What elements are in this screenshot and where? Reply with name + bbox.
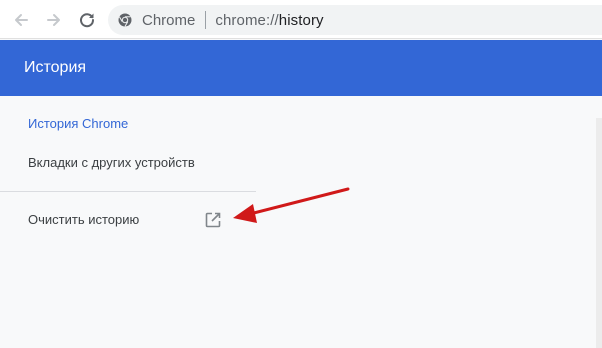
clear-history-link[interactable]: Очистить историю xyxy=(28,212,139,227)
chrome-logo-icon xyxy=(118,13,132,27)
sidebar-item-other-devices[interactable]: Вкладки с других устройств xyxy=(28,155,195,170)
url-scheme: chrome:// xyxy=(215,11,279,29)
omnibox-url[interactable]: chrome://history xyxy=(215,12,323,29)
reload-button[interactable] xyxy=(75,8,99,32)
sidebar-item-chrome-history[interactable]: История Chrome xyxy=(28,116,128,131)
address-bar[interactable]: Chrome chrome://history xyxy=(108,5,602,35)
url-path: history xyxy=(278,11,324,29)
arrow-left-icon xyxy=(15,14,28,26)
page-title: История xyxy=(24,59,87,76)
reload-icon xyxy=(80,13,95,28)
page-header: История xyxy=(0,40,602,96)
arrow-right-icon xyxy=(47,14,60,26)
sidebar: История Chrome Вкладки с других устройст… xyxy=(0,96,256,348)
omnibox-separator xyxy=(205,11,207,29)
sidebar-divider xyxy=(0,191,256,192)
open-in-new-icon[interactable] xyxy=(204,211,222,229)
browser-toolbar: Chrome chrome://history xyxy=(0,0,602,39)
scrollbar-track[interactable] xyxy=(596,118,602,348)
back-button[interactable] xyxy=(9,8,33,32)
omnibox-origin-label: Chrome xyxy=(142,11,196,29)
forward-button[interactable] xyxy=(42,8,66,32)
